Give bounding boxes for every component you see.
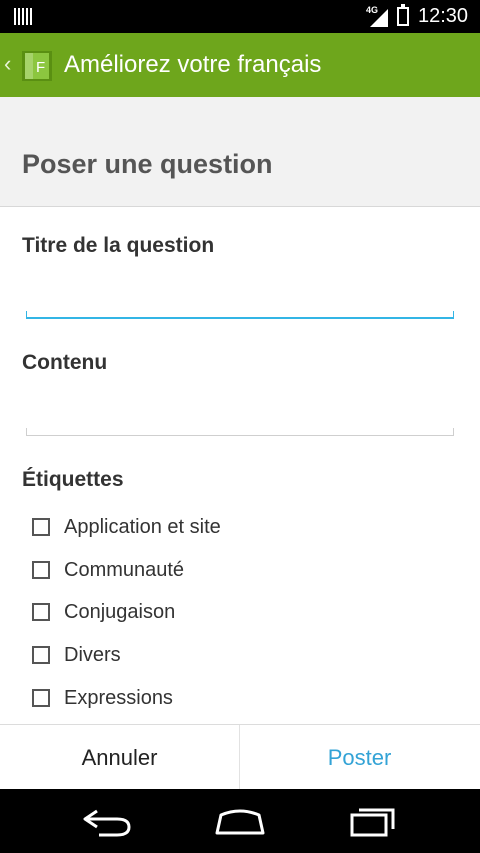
question-title-input[interactable] [26, 311, 454, 319]
svg-text:F: F [36, 59, 45, 76]
tag-checkbox-item[interactable]: Divers [32, 643, 121, 667]
tags-label: Étiquettes [22, 468, 124, 491]
recent-apps-icon[interactable] [343, 803, 403, 839]
checkbox[interactable] [32, 689, 50, 707]
checkbox[interactable] [32, 646, 50, 664]
back-chevron-icon[interactable]: ‹ [4, 51, 11, 77]
post-button[interactable]: Poster [240, 725, 479, 790]
app-title: Améliorez votre français [64, 51, 322, 78]
checkbox[interactable] [32, 603, 50, 621]
action-bar: ‹ F Améliorez votre français [0, 33, 480, 97]
checkbox[interactable] [32, 518, 50, 536]
status-bar: 4G 12:30 [0, 0, 480, 33]
tag-checkbox-item[interactable]: Conjugaison [32, 600, 175, 624]
page-title: Poser une question [22, 149, 273, 179]
cancel-button[interactable]: Annuler [0, 725, 240, 790]
app-logo-icon[interactable]: F [22, 51, 52, 81]
dialog-button-bar: Annuler Poster [0, 724, 480, 790]
tag-label: Conjugaison [64, 600, 176, 623]
tag-label: Application et site [64, 515, 221, 538]
notification-icon [14, 8, 32, 25]
navigation-bar [0, 789, 480, 853]
tag-checkbox-item[interactable]: Communauté [32, 558, 184, 582]
content-input[interactable] [26, 428, 454, 436]
signal-icon [370, 9, 388, 27]
content-label: Contenu [22, 351, 108, 374]
tag-label: Communauté [64, 558, 185, 581]
tag-checkbox-item[interactable]: Expressions [32, 686, 173, 710]
question-title-label: Titre de la question [22, 234, 215, 257]
checkbox[interactable] [32, 561, 50, 579]
home-icon[interactable] [210, 803, 270, 839]
tag-label: Expressions [64, 686, 173, 709]
back-icon[interactable] [77, 803, 137, 839]
tag-label: Divers [64, 643, 121, 666]
clock: 12:30 [418, 5, 469, 27]
section-header: Poser une question [0, 97, 480, 207]
tag-checkbox-item[interactable]: Application et site [32, 515, 221, 539]
battery-icon [397, 4, 409, 26]
